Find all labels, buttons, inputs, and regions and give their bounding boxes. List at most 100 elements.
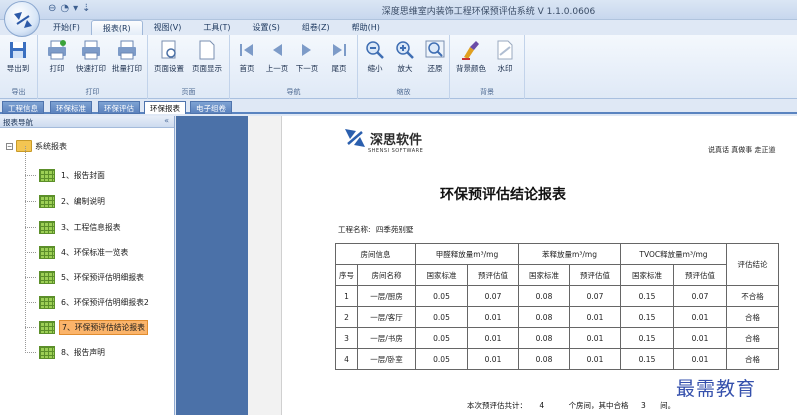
batch-print-label: 批量打印 — [112, 64, 142, 73]
report-navigation-panel: 报表导航 « − 系统报表 1、报告封面 2、编制说明 3、工程信息报表 4、环… — [0, 116, 175, 415]
cell-b-est: 0.01 — [569, 327, 621, 349]
cell-f-std: 0.05 — [415, 306, 468, 328]
ribbon-group-print: 打印 快速打印 批量打印 打印 — [38, 35, 148, 99]
report-summary: 本次预评估共计： 4 个房间，其中合格 3 间。 — [467, 400, 675, 411]
printer-icon — [48, 40, 66, 60]
conclusion-table: 房间信息 甲醛释放量m³/mg 苯释放量m³/mg TVOC释放量m³/mg 评… — [335, 243, 779, 370]
export-button[interactable]: 导出到 — [3, 39, 33, 79]
menu-assemble[interactable]: 组卷(Z) — [291, 20, 341, 35]
quick-print-button[interactable]: 快速打印 — [76, 39, 106, 79]
tree-item-label: 6、环保预评估明细报表2 — [61, 297, 149, 307]
collapse-chevron-icon[interactable]: « — [164, 116, 169, 125]
cell-f-std: 0.05 — [415, 285, 468, 307]
cell-no: 3 — [335, 327, 358, 349]
menu-help[interactable]: 帮助(H) — [341, 20, 391, 35]
title-bar: ⊖ ◔ ▾ ⇣ 深度思维室内装饰工程环保预评估系统 V 1.1.0.0606 — [0, 0, 797, 20]
report-title: 环保预评估结论报表 — [440, 188, 566, 203]
company-english-name: SHENSI SOFTWARE — [368, 148, 424, 154]
cell-f-est: 0.01 — [467, 306, 519, 328]
logo-icon — [14, 12, 32, 28]
cell-f-est: 0.01 — [467, 348, 519, 370]
preview-background — [176, 116, 248, 415]
table-icon — [39, 320, 55, 334]
zoom-in-icon — [396, 41, 414, 59]
menu-start[interactable]: 开始(F) — [42, 20, 91, 35]
table-icon — [39, 270, 55, 284]
zoom-out-icon — [366, 41, 384, 59]
print-button[interactable]: 打印 — [42, 39, 72, 79]
tree-item-label: 8、报告声明 — [61, 347, 105, 357]
project-name: 四季苑别墅 — [375, 225, 414, 234]
cell-result: 合格 — [726, 306, 779, 328]
cell-t-est: 0.01 — [673, 306, 727, 328]
cell-f-std: 0.05 — [415, 327, 468, 349]
ribbon-group-background: 背景颜色 水印 背景 — [450, 35, 525, 99]
tree-root[interactable]: − 系统报表 — [6, 140, 67, 152]
page-setup-button[interactable]: 页面设置 — [154, 39, 184, 79]
cell-room: 一层/卧室 — [357, 348, 416, 370]
tree-item-label: 4、环保标准一览表 — [61, 247, 129, 257]
table-row: 1 一层/厨房 0.05 0.07 0.08 0.07 0.15 0.07 不合… — [335, 285, 779, 307]
subheader-est: 预评估值 — [673, 264, 727, 286]
tab-env-reports[interactable]: 环保报表 — [144, 101, 186, 114]
last-page-button[interactable]: 尾页 — [324, 39, 354, 79]
company-name: 深思软件 — [370, 131, 423, 147]
tree-item-statement[interactable]: 8、报告声明 — [25, 345, 107, 359]
menu-report[interactable]: 报表(R) — [90, 20, 143, 35]
nav-header-title: 报表导航 — [3, 118, 33, 127]
tree-item-instructions[interactable]: 2、编制说明 — [25, 194, 107, 208]
menu-bar: 开始(F) 报表(R) 视图(V) 工具(T) 设置(S) 组卷(Z) 帮助(H… — [42, 20, 391, 35]
cell-t-std: 0.15 — [620, 285, 674, 307]
table-icon — [39, 220, 55, 234]
ribbon-group-navigation: 首页 上一页 下一页 尾页 导航 — [230, 35, 358, 99]
tree-item-conclusion-report[interactable]: 7、环保预评估结论报表 — [25, 319, 148, 335]
group-label-print: 打印 — [85, 88, 100, 96]
ribbon-group-page: 页面设置 页面显示 页面 — [148, 35, 230, 99]
page-setup-icon — [161, 40, 176, 59]
table-row: 2 一层/客厅 0.05 0.01 0.08 0.01 0.15 0.01 合格 — [335, 306, 779, 328]
tree-item-cover[interactable]: 1、报告封面 — [25, 168, 107, 182]
tree-item-standards-list[interactable]: 4、环保标准一览表 — [25, 245, 130, 259]
cell-b-std: 0.08 — [518, 327, 570, 349]
page-display-icon — [199, 40, 215, 60]
batch-print-button[interactable]: 批量打印 — [112, 39, 142, 79]
company-header: 深思软件 — [344, 127, 422, 149]
app-title: 深度思维室内装饰工程环保预评估系统 V 1.1.0.0606 — [381, 7, 596, 17]
cell-t-est: 0.01 — [673, 348, 727, 370]
cell-b-std: 0.08 — [518, 348, 570, 370]
cell-b-est: 0.01 — [569, 306, 621, 328]
tab-e-assembly[interactable]: 电子组卷 — [190, 101, 232, 114]
cell-result: 合格 — [726, 327, 779, 349]
tree-item-detail-report-2[interactable]: 6、环保预评估明细报表2 — [25, 295, 151, 309]
menu-tools[interactable]: 工具(T) — [192, 20, 241, 35]
cell-no: 4 — [335, 348, 358, 370]
app-logo-button[interactable] — [4, 1, 40, 37]
tree-item-project-info-report[interactable]: 3、工程信息报表 — [25, 220, 123, 234]
collapse-toggle-icon[interactable]: − — [6, 142, 13, 150]
watermark-button[interactable]: 水印 — [490, 39, 520, 79]
menu-settings[interactable]: 设置(S) — [242, 20, 291, 35]
cell-room: 一层/客厅 — [357, 306, 416, 328]
table-icon — [39, 194, 55, 208]
tree-item-detail-report[interactable]: 5、环保预评估明细报表 — [25, 270, 146, 284]
summary-mid: 个房间，其中合格 — [568, 401, 629, 410]
background-color-button[interactable]: 背景颜色 — [456, 39, 486, 79]
watermark-label: 水印 — [497, 64, 513, 73]
summary-total: 4 — [539, 401, 545, 410]
tree-root-label: 系统报表 — [35, 141, 67, 151]
group-label-export: 导出 — [11, 88, 26, 96]
cell-no: 1 — [335, 285, 358, 307]
tab-project-info[interactable]: 工程信息 — [2, 101, 44, 114]
project-label: 工程名称: — [338, 225, 371, 234]
subheader-std: 国家标准 — [620, 264, 674, 286]
page-display-button[interactable]: 页面显示 — [192, 39, 222, 79]
tab-env-evaluation[interactable]: 环保评估 — [98, 101, 140, 114]
subheader-room-name: 房间名称 — [357, 264, 416, 286]
group-label-zoom: 缩放 — [396, 88, 411, 96]
menu-view[interactable]: 视图(V) — [143, 20, 193, 35]
nav-header: 报表导航 « — [0, 116, 174, 128]
table-icon — [39, 345, 55, 359]
zoom-reset-button[interactable]: 还原 — [420, 39, 450, 79]
cell-t-std: 0.15 — [620, 348, 674, 370]
tab-env-standards[interactable]: 环保标准 — [50, 101, 92, 114]
